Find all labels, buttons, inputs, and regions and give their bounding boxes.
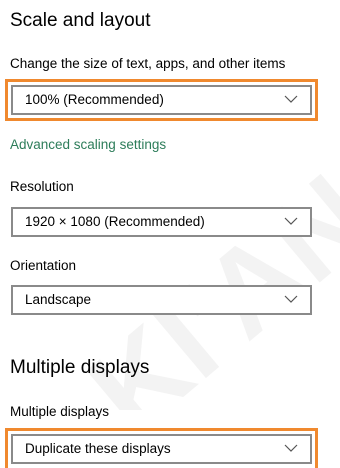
orientation-dropdown[interactable]: Landscape xyxy=(11,285,312,315)
chevron-down-icon xyxy=(284,444,298,452)
advanced-scaling-link[interactable]: Advanced scaling settings xyxy=(10,137,166,152)
multiple-displays-dropdown[interactable]: Duplicate these displays xyxy=(11,434,312,464)
scale-layout-heading: Scale and layout xyxy=(10,10,151,31)
text-size-label: Change the size of text, apps, and other… xyxy=(10,56,286,71)
multiple-displays-value: Duplicate these displays xyxy=(25,441,171,456)
text-size-value: 100% (Recommended) xyxy=(25,92,164,107)
multiple-displays-heading: Multiple displays xyxy=(10,357,150,378)
orientation-value: Landscape xyxy=(25,292,92,307)
text-size-dropdown[interactable]: 100% (Recommended) xyxy=(11,85,312,115)
resolution-dropdown[interactable]: 1920 × 1080 (Recommended) xyxy=(11,207,312,237)
chevron-down-icon xyxy=(284,217,298,225)
multiple-displays-label: Multiple displays xyxy=(10,404,110,419)
chevron-down-icon xyxy=(284,95,298,103)
display-settings-panel: Scale and layout Change the size of text… xyxy=(0,0,340,468)
orientation-label: Orientation xyxy=(10,258,77,273)
resolution-value: 1920 × 1080 (Recommended) xyxy=(25,214,205,229)
resolution-label: Resolution xyxy=(10,179,74,194)
chevron-down-icon xyxy=(284,295,298,303)
